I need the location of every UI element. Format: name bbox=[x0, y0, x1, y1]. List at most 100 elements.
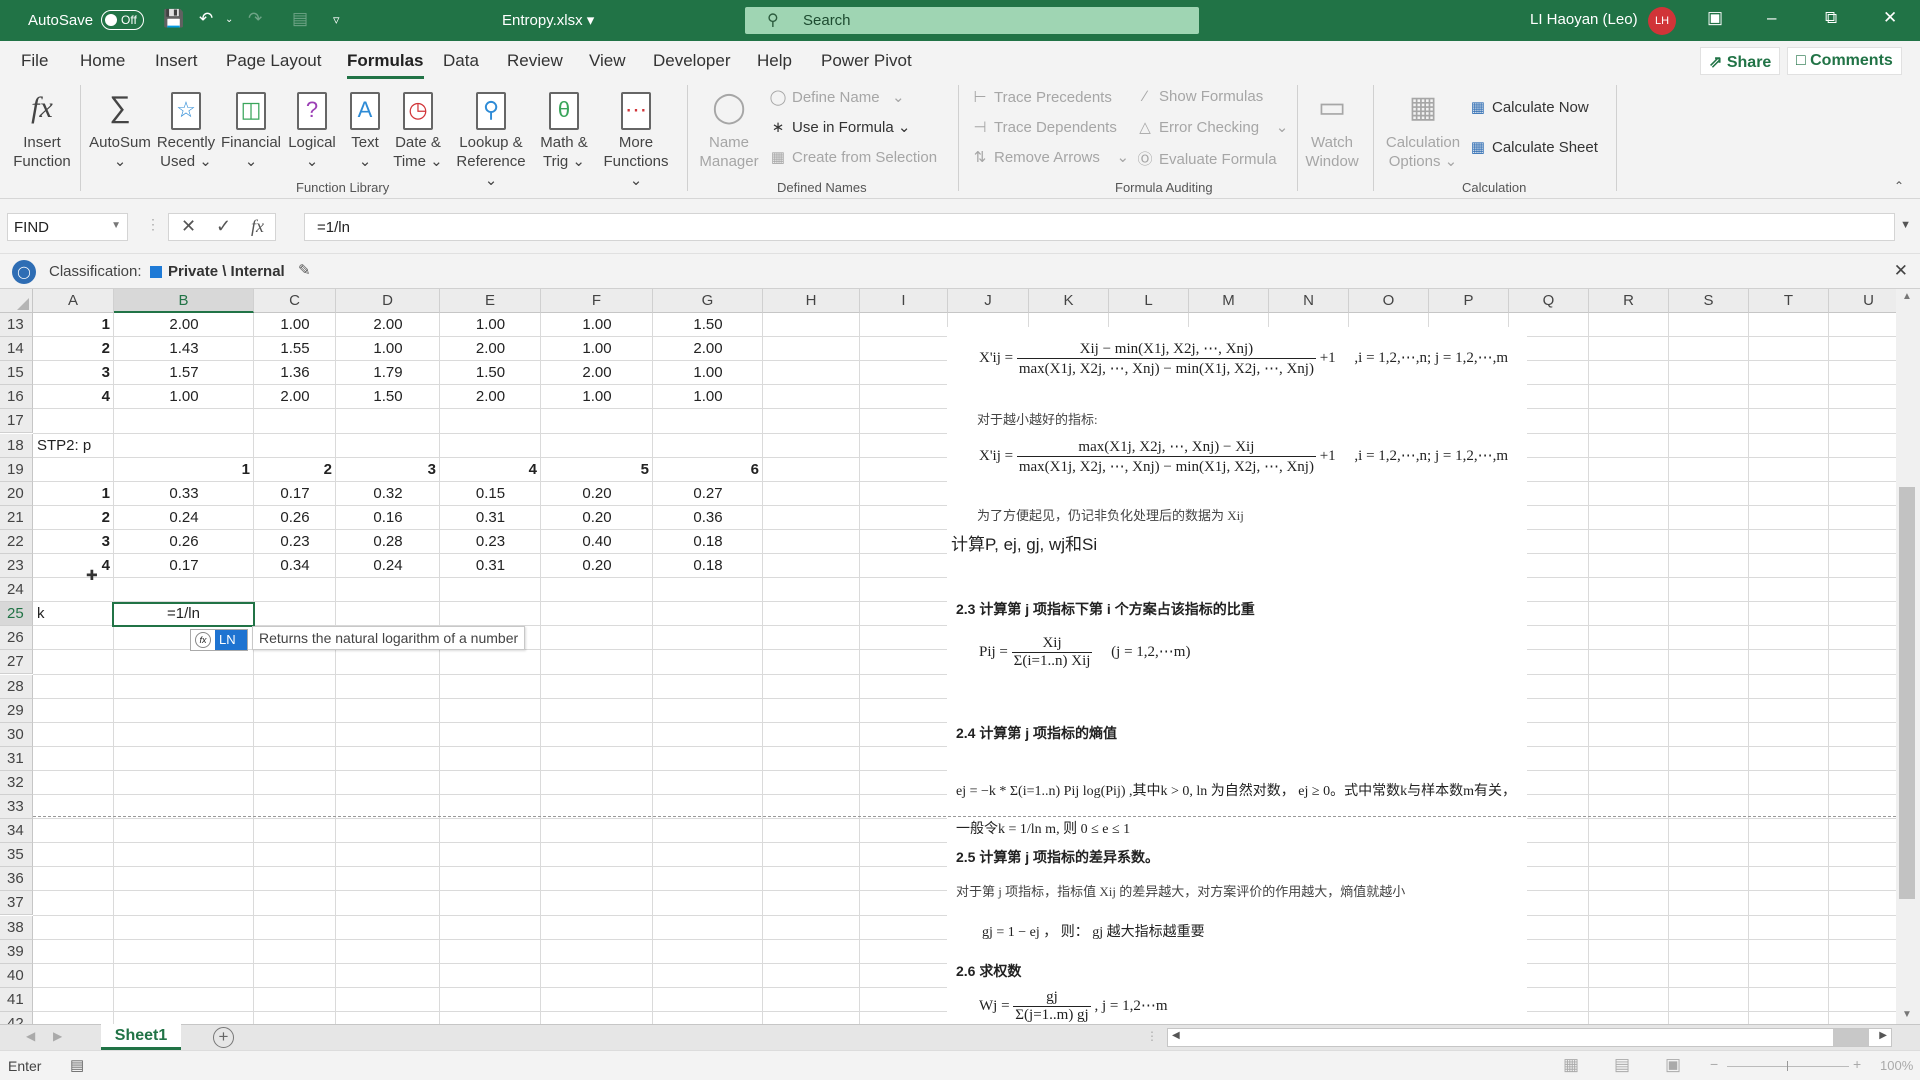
recently-used-button[interactable]: ☆ Recently Used ⌄ bbox=[155, 87, 217, 171]
column-header-g[interactable]: G bbox=[653, 289, 763, 313]
more-functions-button[interactable]: ⋯ More Functions ⌄ bbox=[596, 87, 676, 190]
cell-value[interactable]: 0.16 bbox=[336, 506, 440, 530]
tab-home[interactable]: Home bbox=[80, 51, 125, 71]
expand-formula-bar-icon[interactable]: ▼ bbox=[1900, 219, 1911, 231]
vertical-scroll-thumb[interactable] bbox=[1899, 487, 1915, 899]
autosave-switch[interactable]: Off bbox=[101, 10, 144, 30]
cell-value[interactable]: 1.57 bbox=[114, 361, 254, 385]
cell-id[interactable]: 1 bbox=[33, 482, 114, 506]
cell-id[interactable]: 1 bbox=[33, 313, 114, 337]
error-checking-button[interactable]: △ Error Checking ⌄ bbox=[1135, 118, 1288, 136]
column-header-m[interactable]: M bbox=[1189, 289, 1269, 313]
logical-button[interactable]: ? Logical ⌄ bbox=[284, 87, 340, 171]
cell-value[interactable]: 2.00 bbox=[440, 385, 541, 409]
cell-id[interactable]: 3 bbox=[33, 361, 114, 385]
cell-header[interactable]: 2 bbox=[254, 458, 336, 482]
tab-insert[interactable]: Insert bbox=[155, 51, 198, 71]
sheet-tab-sheet1[interactable]: Sheet1 bbox=[101, 1024, 181, 1050]
cell-value[interactable]: 0.28 bbox=[336, 530, 440, 554]
scroll-sheets-right-icon[interactable]: ▶ bbox=[53, 1029, 62, 1043]
column-header-p[interactable]: P bbox=[1429, 289, 1509, 313]
cell-step2-label[interactable]: STP2: p bbox=[33, 434, 114, 458]
cell-value[interactable]: 0.34 bbox=[254, 554, 336, 578]
close-icon[interactable]: ✕ bbox=[1883, 8, 1897, 28]
column-header-f[interactable]: F bbox=[541, 289, 653, 313]
minimize-icon[interactable]: – bbox=[1767, 8, 1776, 28]
cell-value[interactable]: 1.00 bbox=[541, 337, 653, 361]
cell-value[interactable]: 2.00 bbox=[114, 313, 254, 337]
column-header-n[interactable]: N bbox=[1269, 289, 1349, 313]
column-header-b[interactable]: B bbox=[114, 289, 254, 313]
row-header-27[interactable]: 27 bbox=[0, 650, 33, 675]
document-title[interactable]: Entropy.xlsx ▾ bbox=[502, 11, 594, 29]
zoom-level[interactable]: 100% bbox=[1880, 1058, 1913, 1073]
cell-value[interactable]: 1.00 bbox=[336, 337, 440, 361]
cell-value[interactable]: 0.23 bbox=[254, 530, 336, 554]
cell-value[interactable]: 1.50 bbox=[440, 361, 541, 385]
lookup-reference-button[interactable]: ⚲ Lookup & Reference ⌄ bbox=[450, 87, 532, 190]
select-all-corner[interactable] bbox=[0, 289, 33, 313]
watch-window-button[interactable]: ▭ Watch Window bbox=[1303, 87, 1361, 171]
cell-value[interactable]: 0.17 bbox=[114, 554, 254, 578]
cell-id[interactable]: 3 bbox=[33, 530, 114, 554]
row-header-33[interactable]: 33 bbox=[0, 795, 33, 820]
horizontal-scrollbar[interactable]: ◀ ▶ bbox=[1167, 1028, 1892, 1047]
cell-value[interactable]: 1.79 bbox=[336, 361, 440, 385]
cell-value[interactable]: 0.26 bbox=[254, 506, 336, 530]
row-header-26[interactable]: 26 bbox=[0, 626, 33, 651]
remove-arrows-button[interactable]: ⇅ Remove Arrows ⌄ bbox=[970, 148, 1129, 166]
column-header-e[interactable]: E bbox=[440, 289, 541, 313]
vertical-scrollbar[interactable]: ▲ ▼ bbox=[1896, 289, 1920, 1024]
cell-value[interactable]: 1.00 bbox=[541, 385, 653, 409]
cell-value[interactable]: 0.24 bbox=[114, 506, 254, 530]
calculate-now-button[interactable]: ▦ Calculate Now bbox=[1468, 98, 1589, 116]
column-header-d[interactable]: D bbox=[336, 289, 440, 313]
collapse-ribbon-icon[interactable]: ⌃ bbox=[1894, 179, 1904, 193]
zoom-slider[interactable] bbox=[1727, 1066, 1849, 1067]
column-header-s[interactable]: S bbox=[1669, 289, 1749, 313]
cell-value[interactable]: 2.00 bbox=[541, 361, 653, 385]
zoom-slider-thumb[interactable] bbox=[1787, 1061, 1788, 1071]
undo-dropdown-icon[interactable]: ⌄ bbox=[225, 14, 233, 25]
page-layout-view-icon[interactable]: ▤ bbox=[1614, 1055, 1630, 1075]
cell-value[interactable]: 0.24 bbox=[336, 554, 440, 578]
tab-data[interactable]: Data bbox=[443, 51, 479, 71]
accessibility-icon[interactable]: ▤ bbox=[70, 1056, 84, 1074]
row-header-23[interactable]: 23 bbox=[0, 554, 33, 579]
row-header-38[interactable]: 38 bbox=[0, 915, 33, 940]
cell-header[interactable]: 4 bbox=[440, 458, 541, 482]
autosum-button[interactable]: ∑ AutoSum ⌄ bbox=[86, 87, 154, 171]
tab-review[interactable]: Review bbox=[507, 51, 563, 71]
cell-value[interactable]: 0.17 bbox=[254, 482, 336, 506]
cell-value[interactable]: 0.27 bbox=[653, 482, 763, 506]
worksheet-grid[interactable]: ABCDEFGHIJKLMNOPQRSTU 13 14 15 16 17 18 19 20 21… bbox=[0, 289, 1920, 1024]
row-header-17[interactable]: 17 bbox=[0, 409, 33, 434]
cell-value[interactable]: 0.31 bbox=[440, 554, 541, 578]
row-header-36[interactable]: 36 bbox=[0, 867, 33, 892]
share-button[interactable]: ⇗ Share bbox=[1700, 47, 1781, 75]
tab-developer[interactable]: Developer bbox=[653, 51, 731, 71]
cell-value[interactable]: 0.20 bbox=[541, 554, 653, 578]
cell-value[interactable]: 1.00 bbox=[541, 313, 653, 337]
cell-value[interactable]: 0.20 bbox=[541, 482, 653, 506]
trace-dependents-button[interactable]: ⊣ Trace Dependents bbox=[970, 118, 1116, 136]
splitter-handle[interactable]: ⋮ bbox=[146, 216, 160, 233]
column-header-i[interactable]: I bbox=[860, 289, 948, 313]
cell-value[interactable]: 0.36 bbox=[653, 506, 763, 530]
cell-value[interactable]: 0.18 bbox=[653, 530, 763, 554]
column-header-q[interactable]: Q bbox=[1509, 289, 1589, 313]
column-header-c[interactable]: C bbox=[254, 289, 336, 313]
row-header-22[interactable]: 22 bbox=[0, 529, 33, 554]
zoom-out-icon[interactable]: − bbox=[1710, 1056, 1718, 1072]
cell-value[interactable]: 0.18 bbox=[653, 554, 763, 578]
insert-function-button[interactable]: fx Insert Function bbox=[10, 87, 74, 171]
row-header-15[interactable]: 15 bbox=[0, 361, 33, 386]
cell-value[interactable]: 1.00 bbox=[440, 313, 541, 337]
cell-id[interactable]: 4 bbox=[33, 554, 114, 578]
trace-precedents-button[interactable]: ⊢ Trace Precedents bbox=[970, 88, 1111, 106]
cell-value[interactable]: 1.00 bbox=[254, 313, 336, 337]
row-header-24[interactable]: 24 bbox=[0, 578, 33, 603]
cell-value[interactable]: 1.36 bbox=[254, 361, 336, 385]
row-header-31[interactable]: 31 bbox=[0, 746, 33, 771]
row-header-28[interactable]: 28 bbox=[0, 674, 33, 699]
